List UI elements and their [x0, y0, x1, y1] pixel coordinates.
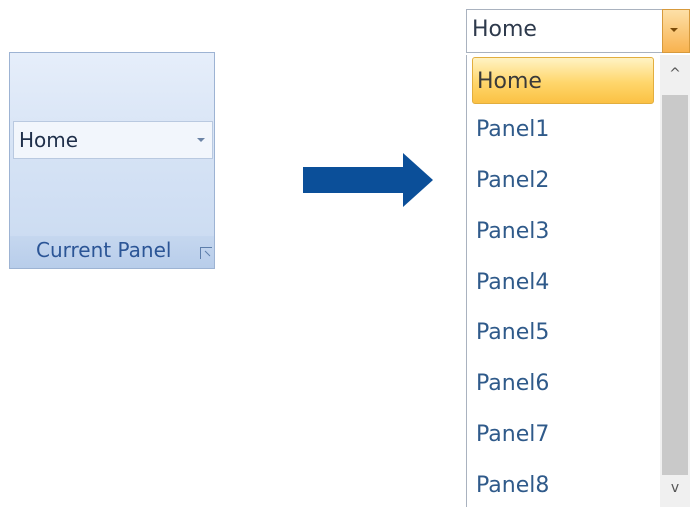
- current-panel-value: Home: [19, 128, 79, 152]
- scroll-thumb[interactable]: [662, 95, 688, 475]
- current-panel-combobox[interactable]: Home: [13, 121, 213, 159]
- scroll-down-icon[interactable]: v: [660, 473, 690, 503]
- list-item-panel3[interactable]: Panel3: [472, 208, 654, 255]
- group-label: Current Panel: [36, 238, 172, 262]
- chevron-down-icon: [670, 28, 678, 32]
- group-footer: Current Panel: [10, 236, 214, 268]
- list-item-panel8[interactable]: Panel8: [472, 462, 654, 507]
- list-item-panel2[interactable]: Panel2: [472, 157, 654, 204]
- dialog-launcher-icon[interactable]: [200, 247, 212, 259]
- panel-combobox-value: Home: [472, 17, 537, 42]
- dropdown-button[interactable]: [662, 9, 690, 53]
- dropdown-scrollbar[interactable]: ^ v: [660, 55, 690, 507]
- list-item-panel6[interactable]: Panel6: [472, 360, 654, 407]
- panel-dropdown-list: Home Panel1 Panel2 Panel3 Panel4 Panel5 …: [466, 55, 690, 507]
- chevron-down-icon[interactable]: [197, 138, 205, 142]
- list-item-panel7[interactable]: Panel7: [472, 411, 654, 458]
- list-item-panel4[interactable]: Panel4: [472, 259, 654, 306]
- panel-combobox-open[interactable]: Home: [466, 9, 690, 53]
- ribbon-group-current-panel: Home Current Panel: [9, 52, 215, 269]
- list-item-panel1[interactable]: Panel1: [472, 106, 654, 153]
- right-arrow-icon: [303, 153, 433, 207]
- scroll-up-icon[interactable]: ^: [660, 59, 690, 89]
- list-item-panel5[interactable]: Panel5: [472, 309, 654, 356]
- list-item-home[interactable]: Home: [472, 57, 654, 104]
